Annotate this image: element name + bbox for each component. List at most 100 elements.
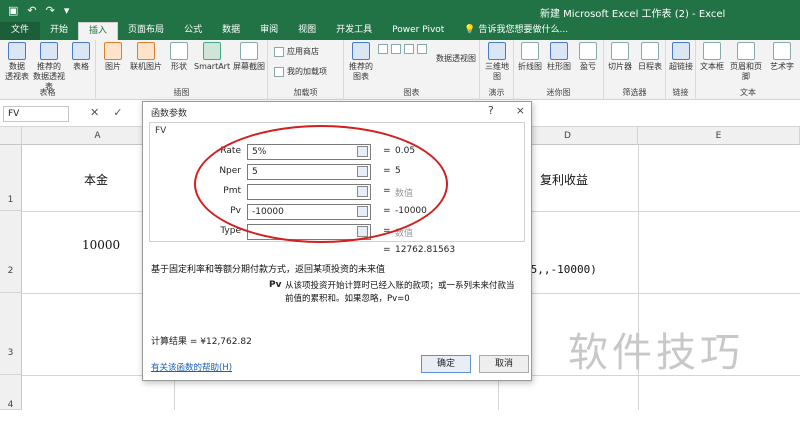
save-icon[interactable]: ▣ bbox=[8, 4, 18, 17]
help-question-icon[interactable]: ? bbox=[488, 104, 494, 117]
slicer-button[interactable]: 切片器 bbox=[606, 42, 634, 72]
tab-data[interactable]: 数据 bbox=[212, 22, 250, 40]
pv-arg-label: Pv bbox=[269, 280, 282, 290]
shapes-button[interactable]: 形状 bbox=[166, 42, 192, 72]
textbox-button[interactable]: 文本框 bbox=[698, 42, 726, 72]
formula-total: 12762.81563 bbox=[395, 245, 456, 255]
row-header-3[interactable]: 3 bbox=[0, 293, 22, 375]
quick-access-toolbar: ▣ ↶ ↷ ▾ bbox=[8, 4, 69, 17]
column-chart-icon bbox=[378, 44, 388, 54]
tell-me-text: 告诉我您想要做什么... bbox=[478, 25, 569, 35]
pivot-table-button[interactable]: 数据 透视表 bbox=[2, 42, 32, 82]
row-header-4[interactable]: 4 bbox=[0, 375, 22, 410]
pivot-table-icon bbox=[8, 42, 26, 60]
winloss-sparkline-button[interactable]: 盈亏 bbox=[574, 42, 602, 72]
shapes-icon bbox=[170, 42, 188, 60]
group-label-addins: 加载项 bbox=[293, 88, 318, 97]
formula-total-equals: = bbox=[383, 245, 391, 255]
window-title: 新建 Microsoft Excel 工作表 (2) - Excel bbox=[540, 9, 726, 20]
calculation-result: 计算结果 = ¥12,762.82 bbox=[151, 337, 252, 347]
formula-bar-icons: ✕ ✓ bbox=[90, 106, 122, 119]
tab-page-layout[interactable]: 页面布局 bbox=[118, 22, 174, 40]
tab-view[interactable]: 视图 bbox=[288, 22, 326, 40]
group-label-tables: 表格 bbox=[39, 88, 56, 97]
pv-arg-description: 从该项投资开始计算时已经入账的款项；或一系列未来付款当前值的累积和。如果忽略，P… bbox=[285, 281, 515, 304]
hyperlink-button[interactable]: 超链接 bbox=[666, 42, 696, 72]
row-header-1[interactable]: 1 bbox=[0, 145, 22, 211]
enter-formula-icon[interactable]: ✓ bbox=[113, 106, 122, 119]
column-header-e[interactable]: E bbox=[638, 127, 800, 145]
wordart-button[interactable]: 艺术字 bbox=[766, 42, 798, 72]
function-help-link[interactable]: 有关该函数的帮助(H) bbox=[151, 361, 232, 373]
pivot-chart-button[interactable]: 数据透视图 bbox=[434, 54, 478, 64]
group-label-illustrations: 插图 bbox=[173, 88, 190, 97]
group-filters: 切片器 日程表 筛选器 bbox=[604, 40, 666, 100]
smartart-icon bbox=[203, 42, 221, 60]
3d-map-button[interactable]: 三维地 图 bbox=[482, 42, 512, 82]
line-sparkline-button[interactable]: 折线图 bbox=[516, 42, 544, 72]
group-charts: 推荐的 图表 数据透视图 图表 bbox=[344, 40, 480, 100]
line-chart-icon bbox=[391, 44, 401, 54]
function-name: FV bbox=[155, 126, 167, 136]
cell-a1[interactable]: 本金 bbox=[84, 171, 108, 188]
tab-power-pivot[interactable]: Power Pivot bbox=[382, 22, 454, 40]
pie-chart-icon bbox=[404, 44, 414, 54]
cancel-formula-icon[interactable]: ✕ bbox=[90, 106, 99, 119]
tab-home[interactable]: 开始 bbox=[40, 22, 78, 40]
tell-me-box[interactable]: 💡 告诉我您想要做什么... bbox=[454, 22, 578, 40]
recommended-pivot-icon bbox=[40, 42, 58, 60]
group-links: 超链接 链接 bbox=[666, 40, 696, 100]
timeline-icon bbox=[641, 42, 659, 60]
cell-a2[interactable]: 10000 bbox=[82, 238, 120, 252]
customize-qat-icon[interactable]: ▾ bbox=[64, 4, 70, 17]
group-label-filters: 筛选器 bbox=[622, 88, 647, 97]
header-footer-button[interactable]: 页眉和页脚 bbox=[727, 42, 765, 82]
tab-developer[interactable]: 开发工具 bbox=[326, 22, 382, 40]
title-bar: ▣ ↶ ↷ ▾ 新建 Microsoft Excel 工作表 (2) - Exc… bbox=[0, 0, 800, 22]
tab-insert[interactable]: 插入 bbox=[78, 22, 119, 40]
cell-d2[interactable]: .5,,-10000) bbox=[524, 263, 597, 276]
function-description: 基于固定利率和等额分期付款方式，返回某项投资的未来值 bbox=[151, 265, 386, 275]
store-button[interactable]: 应用商店 bbox=[274, 46, 319, 57]
group-illustrations: 图片 联机图片 形状 SmartArt 屏幕截图 插图 bbox=[96, 40, 268, 100]
header-footer-icon bbox=[737, 42, 755, 60]
group-label-text: 文本 bbox=[740, 88, 756, 97]
ok-button[interactable]: 确定 bbox=[421, 355, 471, 373]
recommended-pivot-button[interactable]: 推荐的 数据透视表 bbox=[32, 42, 66, 92]
group-label-tours: 演示 bbox=[488, 88, 505, 97]
select-all-corner[interactable] bbox=[0, 127, 22, 145]
hyperlink-icon bbox=[672, 42, 690, 60]
group-label-sparklines: 迷你图 bbox=[546, 88, 571, 97]
close-icon[interactable]: × bbox=[516, 104, 525, 117]
slicer-icon bbox=[611, 42, 629, 60]
recommended-charts-button[interactable]: 推荐的 图表 bbox=[346, 42, 376, 82]
undo-icon[interactable]: ↶ bbox=[27, 4, 36, 17]
textbox-icon bbox=[703, 42, 721, 60]
column-sparkline-icon bbox=[550, 42, 568, 60]
my-addins-button[interactable]: 我的加载项 bbox=[274, 66, 327, 77]
group-tables: 数据 透视表 推荐的 数据透视表 表格 表格 bbox=[0, 40, 96, 100]
screenshot-icon bbox=[240, 42, 258, 60]
highlight-ellipse bbox=[194, 125, 448, 243]
online-picture-button[interactable]: 联机图片 bbox=[128, 42, 164, 72]
group-tours: 三维地 图 演示 bbox=[480, 40, 514, 100]
tab-file[interactable]: 文件 bbox=[0, 22, 41, 40]
row-header-2[interactable]: 2 bbox=[0, 211, 22, 293]
screenshot-button[interactable]: 屏幕截图 bbox=[232, 42, 266, 72]
name-box[interactable]: FV bbox=[3, 106, 69, 122]
3d-map-icon bbox=[488, 42, 506, 60]
recommended-charts-icon bbox=[352, 42, 370, 60]
smartart-button[interactable]: SmartArt bbox=[194, 42, 230, 72]
tab-formulas[interactable]: 公式 bbox=[174, 22, 212, 40]
redo-icon[interactable]: ↷ bbox=[46, 4, 55, 17]
cell-d1[interactable]: 复利收益 bbox=[540, 171, 588, 188]
picture-button[interactable]: 图片 bbox=[100, 42, 126, 72]
chart-types-row[interactable] bbox=[378, 44, 427, 54]
timeline-button[interactable]: 日程表 bbox=[635, 42, 665, 72]
column-sparkline-button[interactable]: 柱形图 bbox=[545, 42, 573, 72]
tab-review[interactable]: 审阅 bbox=[250, 22, 288, 40]
store-icon bbox=[274, 46, 284, 57]
cancel-button[interactable]: 取消 bbox=[479, 355, 529, 373]
table-button[interactable]: 表格 bbox=[68, 42, 94, 72]
winloss-sparkline-icon bbox=[579, 42, 597, 60]
